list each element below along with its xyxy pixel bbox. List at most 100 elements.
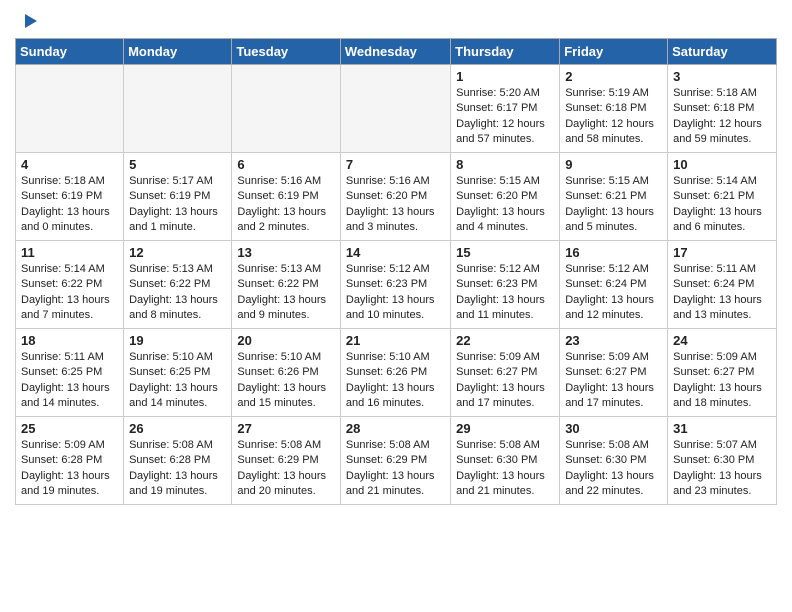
calendar-cell bbox=[232, 65, 341, 153]
day-number: 14 bbox=[346, 245, 445, 260]
calendar-cell: 13 Sunrise: 5:13 AM Sunset: 6:22 PM Dayli… bbox=[232, 241, 341, 329]
calendar-cell: 1 Sunrise: 5:20 AM Sunset: 6:17 PM Daylig… bbox=[451, 65, 560, 153]
calendar-cell: 27 Sunrise: 5:08 AM Sunset: 6:29 PM Dayli… bbox=[232, 417, 341, 505]
calendar-cell: 28 Sunrise: 5:08 AM Sunset: 6:29 PM Dayli… bbox=[340, 417, 450, 505]
week-row-3: 11Sunrise: 5:14 AM Sunset: 6:22 PM Dayli… bbox=[16, 241, 777, 329]
day-info: Sunrise: 5:20 AM Sunset: 6:17 PM Dayligh… bbox=[456, 86, 554, 148]
calendar-cell: 31 Sunrise: 5:07 AM Sunset: 6:30 PM Dayli… bbox=[668, 417, 777, 505]
day-number: 25 bbox=[21, 421, 118, 436]
day-info: Sunrise: 5:11 AM Sunset: 6:24 PM Dayligh… bbox=[673, 262, 771, 324]
day-info: Sunrise: 5:11 AM Sunset: 6:25 PM Dayligh… bbox=[21, 350, 118, 412]
day-info: Sunrise: 5:07 AM Sunset: 6:30 PM Dayligh… bbox=[673, 438, 771, 500]
calendar-cell: 10 Sunrise: 5:14 AM Sunset: 6:21 PM Dayli… bbox=[668, 153, 777, 241]
day-info: Sunrise: 5:16 AM Sunset: 6:19 PM Dayligh… bbox=[237, 174, 335, 236]
day-info: Sunrise: 5:12 AM Sunset: 6:24 PM Dayligh… bbox=[565, 262, 662, 324]
calendar-cell: 17 Sunrise: 5:11 AM Sunset: 6:24 PM Dayli… bbox=[668, 241, 777, 329]
day-number: 29 bbox=[456, 421, 554, 436]
day-info: Sunrise: 5:13 AM Sunset: 6:22 PM Dayligh… bbox=[237, 262, 335, 324]
day-info: Sunrise: 5:09 AM Sunset: 6:27 PM Dayligh… bbox=[456, 350, 554, 412]
calendar-cell: 30 Sunrise: 5:08 AM Sunset: 6:30 PM Dayli… bbox=[560, 417, 668, 505]
day-number: 10 bbox=[673, 157, 771, 172]
day-number: 11 bbox=[21, 245, 118, 260]
week-row-1: 1 Sunrise: 5:20 AM Sunset: 6:17 PM Daylig… bbox=[16, 65, 777, 153]
day-number: 1 bbox=[456, 69, 554, 84]
day-number: 3 bbox=[673, 69, 771, 84]
day-number: 26 bbox=[129, 421, 226, 436]
weekday-header-monday: Monday bbox=[124, 39, 232, 65]
day-number: 15 bbox=[456, 245, 554, 260]
calendar-cell: 24 Sunrise: 5:09 AM Sunset: 6:27 PM Dayli… bbox=[668, 329, 777, 417]
day-number: 6 bbox=[237, 157, 335, 172]
day-number: 18 bbox=[21, 333, 118, 348]
calendar-cell: 16Sunrise: 5:12 AM Sunset: 6:24 PM Dayli… bbox=[560, 241, 668, 329]
calendar-cell: 14 Sunrise: 5:12 AM Sunset: 6:23 PM Dayli… bbox=[340, 241, 450, 329]
day-number: 31 bbox=[673, 421, 771, 436]
day-info: Sunrise: 5:09 AM Sunset: 6:28 PM Dayligh… bbox=[21, 438, 118, 500]
day-info: Sunrise: 5:09 AM Sunset: 6:27 PM Dayligh… bbox=[673, 350, 771, 412]
day-info: Sunrise: 5:08 AM Sunset: 6:29 PM Dayligh… bbox=[346, 438, 445, 500]
day-info: Sunrise: 5:08 AM Sunset: 6:30 PM Dayligh… bbox=[456, 438, 554, 500]
day-info: Sunrise: 5:10 AM Sunset: 6:26 PM Dayligh… bbox=[346, 350, 445, 412]
day-info: Sunrise: 5:10 AM Sunset: 6:25 PM Dayligh… bbox=[129, 350, 226, 412]
day-info: Sunrise: 5:14 AM Sunset: 6:21 PM Dayligh… bbox=[673, 174, 771, 236]
day-number: 23 bbox=[565, 333, 662, 348]
week-row-2: 4 Sunrise: 5:18 AM Sunset: 6:19 PM Daylig… bbox=[16, 153, 777, 241]
day-number: 2 bbox=[565, 69, 662, 84]
weekday-header-sunday: Sunday bbox=[16, 39, 124, 65]
calendar-cell: 8Sunrise: 5:15 AM Sunset: 6:20 PM Daylig… bbox=[451, 153, 560, 241]
day-number: 7 bbox=[346, 157, 445, 172]
day-number: 30 bbox=[565, 421, 662, 436]
calendar-cell: 11Sunrise: 5:14 AM Sunset: 6:22 PM Dayli… bbox=[16, 241, 124, 329]
week-row-4: 18 Sunrise: 5:11 AM Sunset: 6:25 PM Dayli… bbox=[16, 329, 777, 417]
day-number: 17 bbox=[673, 245, 771, 260]
calendar-cell: 15 Sunrise: 5:12 AM Sunset: 6:23 PM Dayli… bbox=[451, 241, 560, 329]
weekday-header-thursday: Thursday bbox=[451, 39, 560, 65]
weekday-header-tuesday: Tuesday bbox=[232, 39, 341, 65]
day-info: Sunrise: 5:17 AM Sunset: 6:19 PM Dayligh… bbox=[129, 174, 226, 236]
day-info: Sunrise: 5:18 AM Sunset: 6:18 PM Dayligh… bbox=[673, 86, 771, 148]
day-info: Sunrise: 5:15 AM Sunset: 6:21 PM Dayligh… bbox=[565, 174, 662, 236]
day-number: 13 bbox=[237, 245, 335, 260]
weekday-header-saturday: Saturday bbox=[668, 39, 777, 65]
calendar-cell: 6 Sunrise: 5:16 AM Sunset: 6:19 PM Daylig… bbox=[232, 153, 341, 241]
calendar-cell: 12 Sunrise: 5:13 AM Sunset: 6:22 PM Dayli… bbox=[124, 241, 232, 329]
calendar-cell bbox=[124, 65, 232, 153]
day-number: 9 bbox=[565, 157, 662, 172]
calendar-cell: 29 Sunrise: 5:08 AM Sunset: 6:30 PM Dayli… bbox=[451, 417, 560, 505]
weekday-header-wednesday: Wednesday bbox=[340, 39, 450, 65]
calendar-cell: 20 Sunrise: 5:10 AM Sunset: 6:26 PM Dayli… bbox=[232, 329, 341, 417]
day-info: Sunrise: 5:18 AM Sunset: 6:19 PM Dayligh… bbox=[21, 174, 118, 236]
day-info: Sunrise: 5:19 AM Sunset: 6:18 PM Dayligh… bbox=[565, 86, 662, 148]
day-number: 19 bbox=[129, 333, 226, 348]
day-info: Sunrise: 5:08 AM Sunset: 6:30 PM Dayligh… bbox=[565, 438, 662, 500]
day-info: Sunrise: 5:13 AM Sunset: 6:22 PM Dayligh… bbox=[129, 262, 226, 324]
logo-icon bbox=[17, 10, 39, 32]
calendar-cell bbox=[340, 65, 450, 153]
calendar-cell: 4 Sunrise: 5:18 AM Sunset: 6:19 PM Daylig… bbox=[16, 153, 124, 241]
day-info: Sunrise: 5:10 AM Sunset: 6:26 PM Dayligh… bbox=[237, 350, 335, 412]
day-number: 20 bbox=[237, 333, 335, 348]
day-info: Sunrise: 5:08 AM Sunset: 6:28 PM Dayligh… bbox=[129, 438, 226, 500]
day-number: 24 bbox=[673, 333, 771, 348]
logo bbox=[15, 10, 39, 32]
calendar-cell: 5 Sunrise: 5:17 AM Sunset: 6:19 PM Daylig… bbox=[124, 153, 232, 241]
day-info: Sunrise: 5:12 AM Sunset: 6:23 PM Dayligh… bbox=[456, 262, 554, 324]
calendar-cell: 18 Sunrise: 5:11 AM Sunset: 6:25 PM Dayli… bbox=[16, 329, 124, 417]
weekday-header-friday: Friday bbox=[560, 39, 668, 65]
day-info: Sunrise: 5:12 AM Sunset: 6:23 PM Dayligh… bbox=[346, 262, 445, 324]
day-number: 12 bbox=[129, 245, 226, 260]
header bbox=[15, 10, 777, 32]
day-number: 5 bbox=[129, 157, 226, 172]
calendar-cell: 26 Sunrise: 5:08 AM Sunset: 6:28 PM Dayli… bbox=[124, 417, 232, 505]
day-number: 4 bbox=[21, 157, 118, 172]
calendar-cell: 2 Sunrise: 5:19 AM Sunset: 6:18 PM Daylig… bbox=[560, 65, 668, 153]
day-number: 27 bbox=[237, 421, 335, 436]
calendar-cell: 25 Sunrise: 5:09 AM Sunset: 6:28 PM Dayli… bbox=[16, 417, 124, 505]
calendar-cell: 7 Sunrise: 5:16 AM Sunset: 6:20 PM Daylig… bbox=[340, 153, 450, 241]
day-number: 22 bbox=[456, 333, 554, 348]
calendar-cell: 22 Sunrise: 5:09 AM Sunset: 6:27 PM Dayli… bbox=[451, 329, 560, 417]
day-info: Sunrise: 5:16 AM Sunset: 6:20 PM Dayligh… bbox=[346, 174, 445, 236]
day-info: Sunrise: 5:08 AM Sunset: 6:29 PM Dayligh… bbox=[237, 438, 335, 500]
day-number: 28 bbox=[346, 421, 445, 436]
page: SundayMondayTuesdayWednesdayThursdayFrid… bbox=[0, 0, 792, 515]
